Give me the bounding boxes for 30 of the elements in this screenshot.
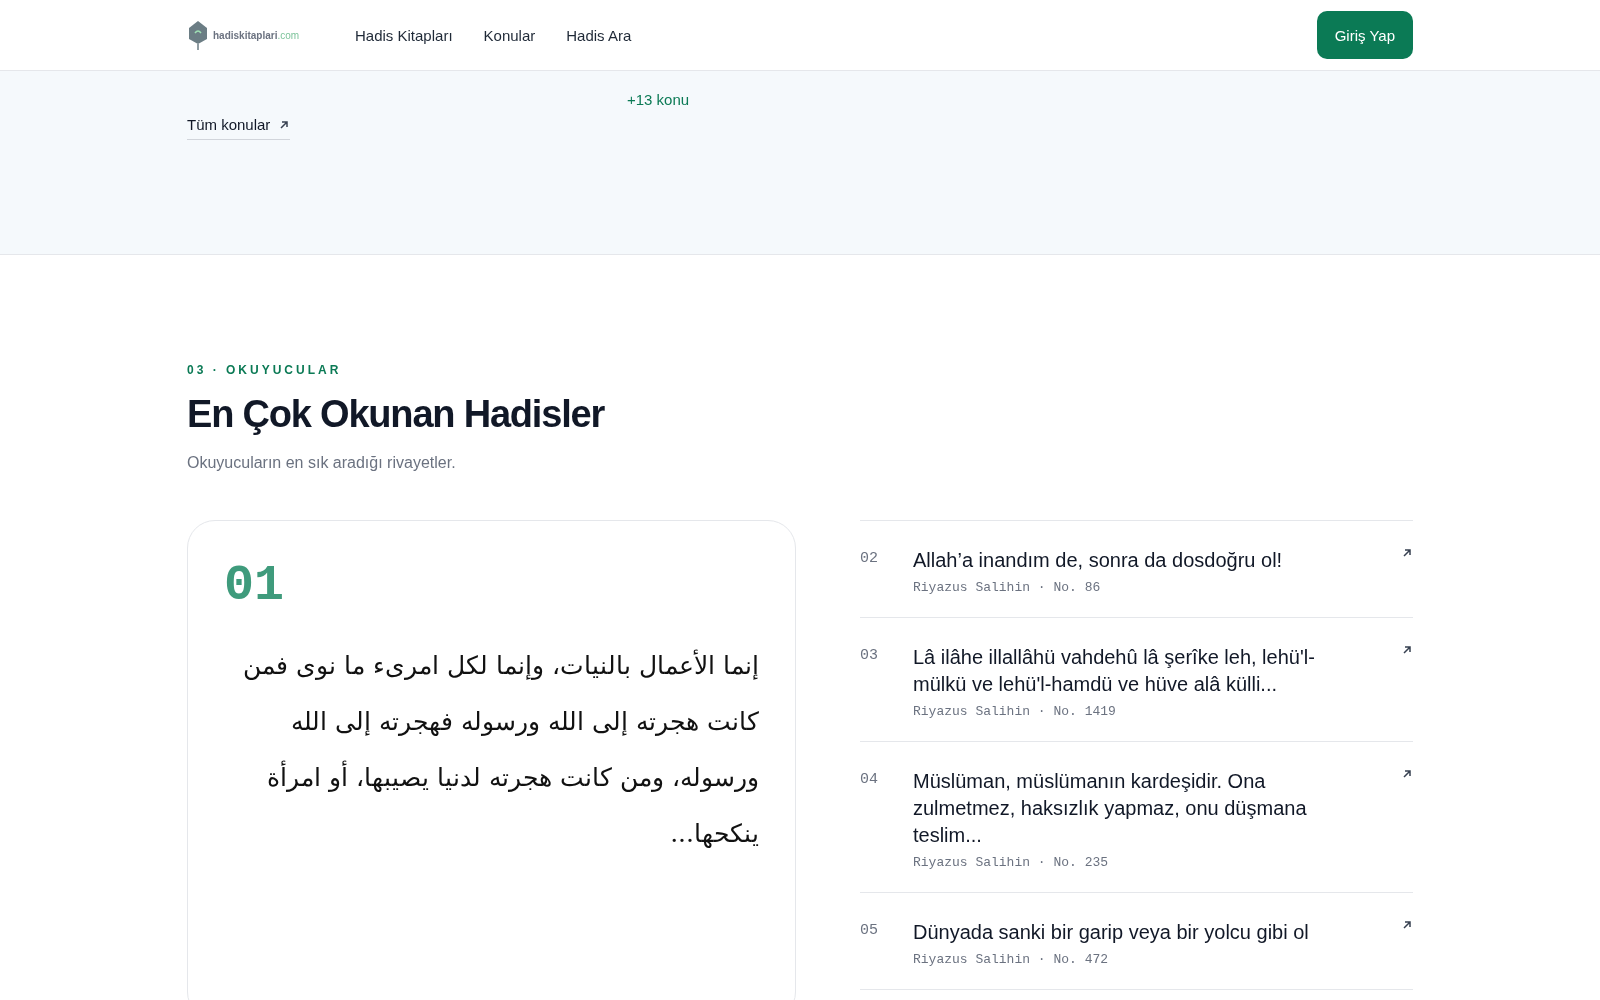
hadith-title-link[interactable]: Müslüman, müslümanın kardeşidir. Ona zulmetmez, haksızlık yapmaz, onu düşmana teslim...	[913, 768, 1341, 849]
nav-link[interactable]: Hadis Ara	[566, 26, 632, 44]
rank-number: 03	[860, 646, 879, 666]
hadith-title-link[interactable]: Lâ ilâhe illallâhü vahdehû lâ şerîke leh, lehü'l-mülkü ve lehü'l-hamdü ve hüve alâ külli...	[913, 644, 1341, 698]
section-eyebrow: 03 · OKUYUCULAR	[187, 363, 343, 377]
rank-number: 02	[860, 549, 879, 569]
hadith-source: Riyazus Salihin · No. 86	[913, 580, 1102, 595]
arrow-up-right-icon	[1401, 768, 1413, 780]
all-topics-link[interactable]: Tüm konular	[187, 116, 291, 140]
section-title: En Çok Okunan Hadisler	[187, 393, 606, 436]
hadith-title-link[interactable]: Dünyada sanki bir garip veya bir yolcu gibi ol	[913, 919, 1341, 946]
hadith-title-link[interactable]: Allah’a inandım de, sonra da dosdoğru ol!	[913, 547, 1341, 574]
hadith-source: Riyazus Salihin · No. 1419	[913, 704, 1117, 719]
leaf-logo-icon	[187, 20, 209, 50]
rank-number: 01	[224, 557, 285, 614]
section-subtitle: Okuyucuların en sık aradığı rivayetler.	[187, 454, 457, 472]
more-topics-link[interactable]: +13 konu	[627, 91, 690, 108]
logo-domain: .com	[277, 29, 300, 41]
arrow-up-right-icon	[1401, 644, 1413, 656]
hadith-source: Riyazus Salihin · No. 472	[913, 952, 1110, 967]
rank-number: 05	[860, 921, 879, 941]
nav-link[interactable]: Hadis Kitapları	[355, 26, 453, 44]
arrow-up-right-icon	[1401, 919, 1413, 931]
login-button[interactable]: Giriş Yap	[1316, 11, 1413, 59]
arrow-up-right-icon	[1401, 547, 1413, 559]
hadith-source: Riyazus Salihin · No. 235	[913, 855, 1110, 870]
logo-text: hadiskitaplari	[213, 29, 278, 41]
nav-link[interactable]: Konular	[483, 26, 536, 44]
arabic-text: إنما الأعمال بالنيات، وإنما لكل امرىء ما نوى فمن كانت هجرته إلى الله ورسوله فهجرته إلى الله ورسوله، ومن كانت هجرته لدنيا يصيبها، أو امرأة ينكحها...	[242, 648, 759, 850]
rank-number: 04	[860, 770, 879, 790]
